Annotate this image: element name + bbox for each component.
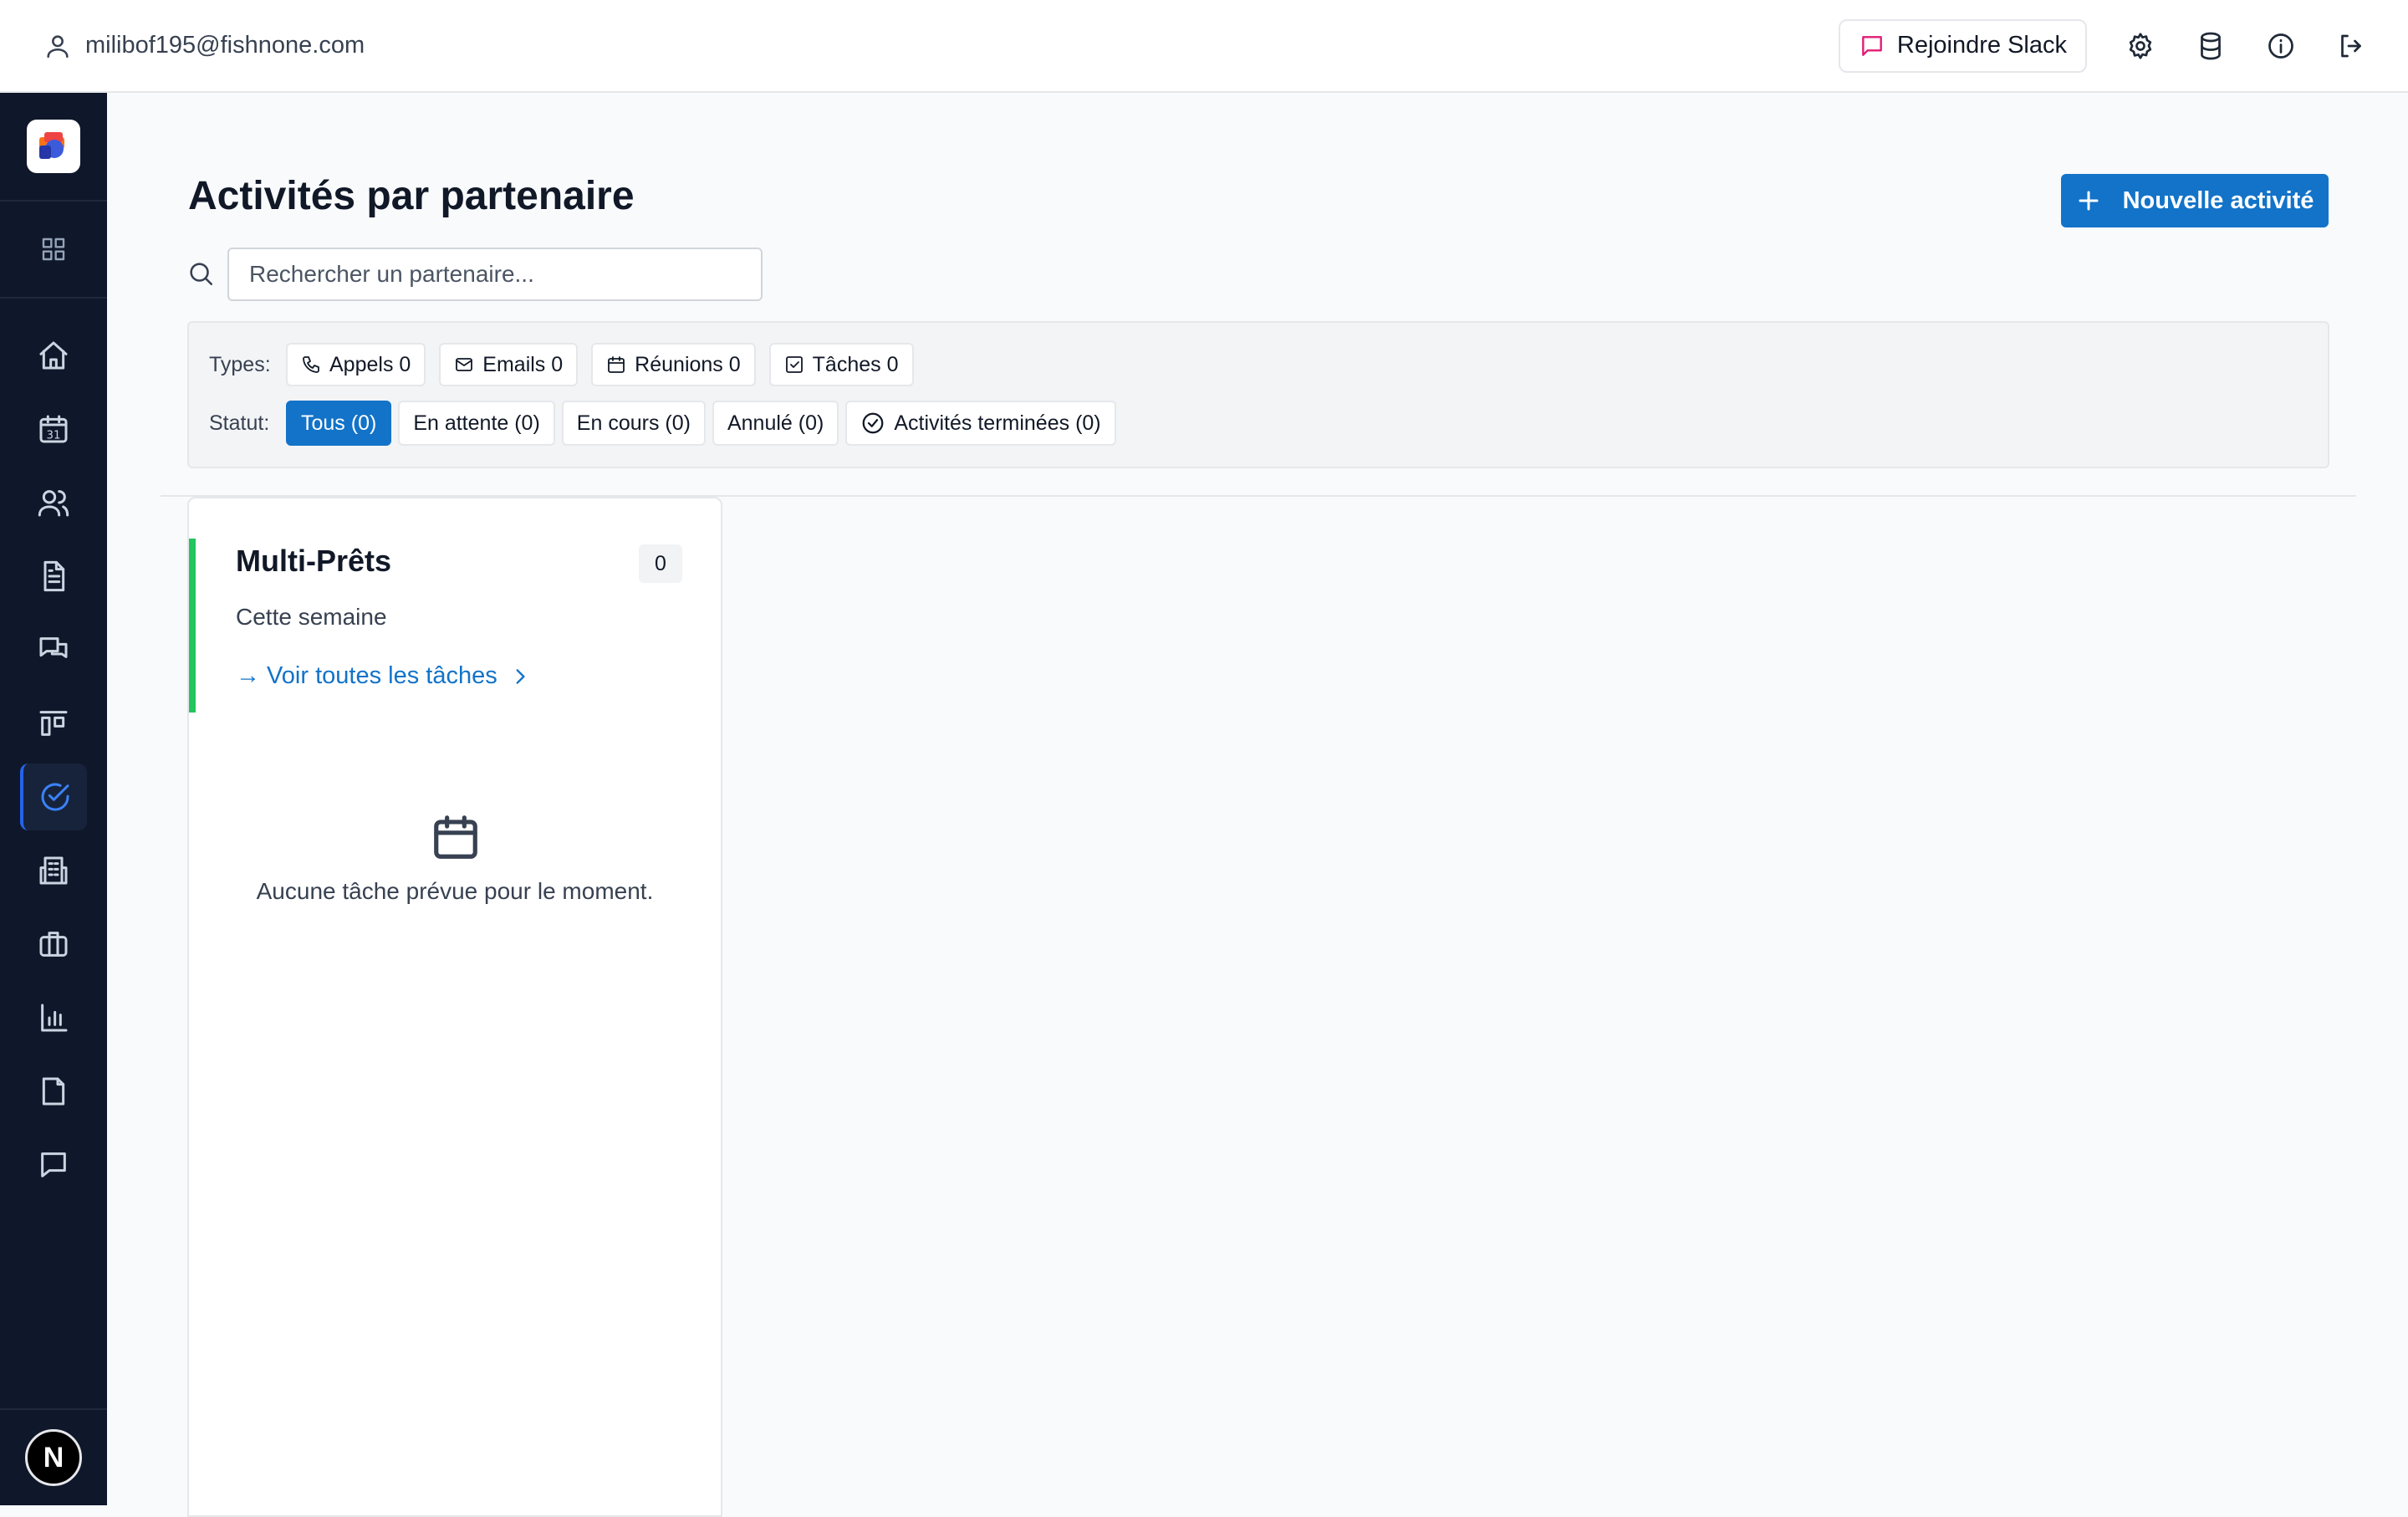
period-label: Cette semaine [236, 604, 387, 630]
new-activity-button[interactable]: Nouvelle activité [2061, 174, 2329, 227]
filter-emails[interactable]: Emails 0 [439, 343, 579, 386]
sidebar-item-reports[interactable] [20, 984, 87, 1051]
apps-grid-icon[interactable] [0, 202, 107, 299]
users-icon [37, 486, 70, 519]
see-all-tasks-label: → Voir toutes les tâches [236, 662, 497, 689]
checkbox-icon [784, 355, 804, 375]
sidebar-item-files[interactable] [20, 1058, 87, 1125]
calendar-icon [606, 355, 626, 375]
sidebar: 31 N [0, 93, 107, 1505]
logo-area [0, 93, 107, 202]
filter-calls-label: Appels 0 [329, 352, 411, 376]
search-icon [186, 259, 215, 288]
sidebar-item-messages[interactable] [20, 616, 87, 683]
sidebar-footer: N [0, 1408, 107, 1505]
chevron-right-icon [509, 666, 531, 687]
search-input[interactable] [227, 248, 763, 301]
filter-meetings[interactable]: Réunions 0 [591, 343, 756, 386]
sidebar-nav: 31 [0, 299, 107, 1205]
main-content: Activités par partenaire Nouvelle activi… [107, 93, 2408, 1517]
sidebar-item-users[interactable] [20, 469, 87, 536]
see-all-tasks-link[interactable]: → Voir toutes les tâches [236, 662, 531, 690]
page-title: Activités par partenaire [188, 174, 635, 218]
avatar[interactable]: N [25, 1429, 82, 1486]
user-info: milibof195@fishnone.com [43, 32, 365, 60]
messages-icon [37, 633, 70, 667]
filter-panel: Types: Appels 0 Emails 0 Réunions 0 Tâch… [187, 321, 2329, 468]
user-email: milibof195@fishnone.com [85, 32, 365, 59]
chat-icon [1859, 33, 1885, 59]
status-label: Statut: [209, 411, 270, 435]
chart-icon [37, 1001, 70, 1034]
top-bar: milibof195@fishnone.com Rejoindre Slack [0, 0, 2408, 93]
document-icon [37, 559, 70, 593]
mail-icon [454, 355, 474, 375]
status-filters: Statut: Tous (0) En attente (0) En cours… [209, 401, 1123, 446]
logout-icon[interactable] [2334, 29, 2368, 63]
sidebar-item-kanban[interactable] [20, 690, 87, 757]
comment-icon [37, 1148, 70, 1182]
status-cancelled[interactable]: Annulé (0) [712, 401, 839, 446]
home-icon [37, 339, 70, 372]
filter-calls[interactable]: Appels 0 [286, 343, 426, 386]
check-circle-icon [860, 411, 885, 436]
partner-name: Multi-Prêts [236, 544, 392, 578]
status-in-progress[interactable]: En cours (0) [561, 401, 706, 446]
partner-card: Multi-Prêts 0 Cette semaine → Voir toute… [187, 497, 722, 1517]
top-actions: Rejoindre Slack [1838, 18, 2368, 73]
filter-meetings-label: Réunions 0 [635, 352, 741, 376]
sidebar-item-documents[interactable] [20, 543, 87, 610]
join-slack-label: Rejoindre Slack [1896, 32, 2067, 59]
filter-tasks[interactable]: Tâches 0 [768, 343, 914, 386]
briefcase-icon [37, 927, 70, 961]
status-completed-label: Activités terminées (0) [894, 411, 1101, 435]
kanban-icon [37, 707, 70, 740]
tasks-icon [38, 780, 72, 814]
new-activity-label: Nouvelle activité [2122, 186, 2314, 214]
sidebar-item-calendar[interactable]: 31 [20, 396, 87, 462]
types-label: Types: [209, 352, 271, 376]
filter-emails-label: Emails 0 [482, 352, 564, 376]
sidebar-item-companies[interactable] [20, 837, 87, 904]
calendar-empty-icon [430, 811, 482, 863]
status-all[interactable]: Tous (0) [286, 401, 392, 446]
status-completed[interactable]: Activités terminées (0) [845, 401, 1116, 446]
phone-icon [301, 355, 321, 375]
join-slack-button[interactable]: Rejoindre Slack [1838, 18, 2087, 73]
task-count-badge: 0 [639, 544, 682, 583]
status-pending[interactable]: En attente (0) [398, 401, 555, 446]
type-filters: Types: Appels 0 Emails 0 Réunions 0 Tâch… [209, 343, 927, 386]
calendar-day-label: 31 [47, 430, 61, 442]
plus-icon [2076, 188, 2101, 213]
app-logo[interactable] [27, 120, 80, 173]
file-icon [37, 1075, 70, 1108]
info-icon[interactable] [2264, 29, 2298, 63]
database-icon[interactable] [2194, 29, 2227, 63]
sidebar-item-chat[interactable] [20, 1131, 87, 1198]
sidebar-item-tasks[interactable] [20, 764, 87, 830]
user-icon [43, 32, 72, 60]
settings-icon[interactable] [2124, 29, 2157, 63]
card-accent-bar [189, 539, 196, 713]
empty-state-message: Aucune tâche prévue pour le moment. [256, 878, 654, 904]
sidebar-item-deals[interactable] [20, 911, 87, 978]
filter-tasks-label: Tâches 0 [812, 352, 899, 376]
calendar-icon: 31 [37, 412, 70, 446]
building-icon [37, 854, 70, 887]
sidebar-item-home[interactable] [20, 322, 87, 389]
